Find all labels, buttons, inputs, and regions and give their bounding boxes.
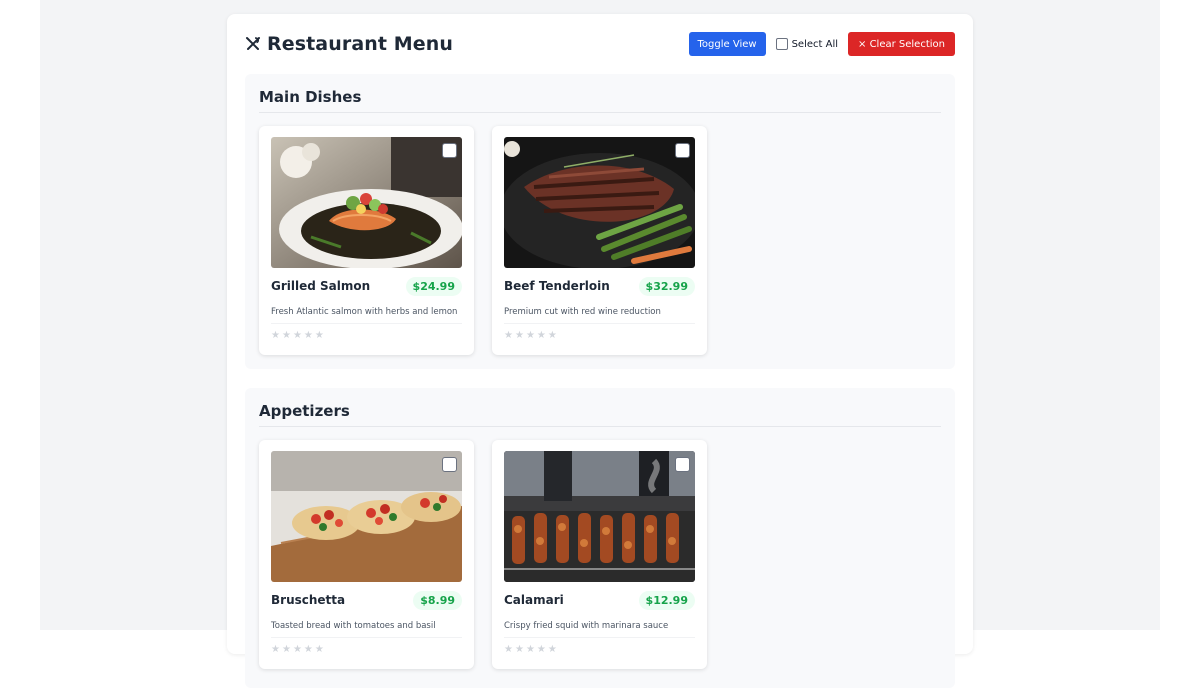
menu-card[interactable]: Beef Tenderloin $32.99 Premium cut with … <box>492 126 707 355</box>
rating-stars[interactable]: ★ ★ ★ ★ ★ <box>504 645 557 655</box>
star-icon[interactable]: ★ <box>515 645 524 655</box>
star-icon[interactable]: ★ <box>304 331 313 341</box>
item-description: Fresh Atlantic salmon with herbs and lem… <box>271 307 462 324</box>
salmon-photo <box>271 137 462 268</box>
clear-selection-button[interactable]: × Clear Selection <box>848 32 955 56</box>
item-select-checkbox[interactable] <box>442 457 457 472</box>
item-select-checkbox[interactable] <box>442 143 457 158</box>
rating-stars[interactable]: ★ ★ ★ ★ ★ <box>504 331 557 341</box>
page-background: Restaurant Menu Toggle View Select All ×… <box>40 0 1160 688</box>
item-description: Premium cut with red wine reduction <box>504 307 695 324</box>
toggle-view-button[interactable]: Toggle View <box>688 32 766 56</box>
star-icon[interactable]: ★ <box>526 645 535 655</box>
section-title: Main Dishes <box>259 88 941 113</box>
star-icon[interactable]: ★ <box>315 331 324 341</box>
menu-header: Restaurant Menu Toggle View Select All ×… <box>245 30 955 58</box>
skewers-photo <box>504 451 695 582</box>
item-select-checkbox[interactable] <box>675 143 690 158</box>
header-controls: Toggle View Select All × Clear Selection <box>688 32 955 56</box>
rating-stars[interactable]: ★ ★ ★ ★ ★ <box>271 645 324 655</box>
item-price: $8.99 <box>413 591 462 610</box>
bruschetta-photo <box>271 451 462 582</box>
menu-panel: Restaurant Menu Toggle View Select All ×… <box>227 14 973 688</box>
item-price: $32.99 <box>638 277 695 296</box>
star-icon[interactable]: ★ <box>537 645 546 655</box>
star-icon[interactable]: ★ <box>537 331 546 341</box>
item-name: Calamari <box>504 593 564 607</box>
star-icon[interactable]: ★ <box>271 645 280 655</box>
star-icon[interactable]: ★ <box>282 645 291 655</box>
star-icon[interactable]: ★ <box>293 645 302 655</box>
star-icon[interactable]: ★ <box>526 331 535 341</box>
star-icon[interactable]: ★ <box>315 645 324 655</box>
item-price: $24.99 <box>405 277 462 296</box>
rating-stars[interactable]: ★ ★ ★ ★ ★ <box>271 331 324 341</box>
menu-card[interactable]: Bruschetta $8.99 Toasted bread with toma… <box>259 440 474 669</box>
section-appetizers: Appetizers Bruschetta $8.99 Toasted brea… <box>245 388 955 688</box>
fork-knife-icon <box>245 36 261 52</box>
star-icon[interactable]: ★ <box>548 645 557 655</box>
menu-card[interactable]: Calamari $12.99 Crispy fried squid with … <box>492 440 707 669</box>
select-all-label: Select All <box>791 38 839 50</box>
select-all-checkbox[interactable] <box>775 38 788 50</box>
star-icon[interactable]: ★ <box>304 645 313 655</box>
title-wrap: Restaurant Menu <box>245 33 453 55</box>
item-price: $12.99 <box>638 591 695 610</box>
item-name: Beef Tenderloin <box>504 279 610 293</box>
star-icon[interactable]: ★ <box>548 331 557 341</box>
section-title: Appetizers <box>259 402 941 427</box>
steak-photo <box>504 137 695 268</box>
menu-card[interactable]: Grilled Salmon $24.99 Fresh Atlantic sal… <box>259 126 474 355</box>
section-main-dishes: Main Dishes Grilled Salmon $24.99 Fresh … <box>245 74 955 369</box>
star-icon[interactable]: ★ <box>293 331 302 341</box>
select-all-control[interactable]: Select All <box>775 38 839 50</box>
item-select-checkbox[interactable] <box>675 457 690 472</box>
item-name: Bruschetta <box>271 593 346 607</box>
star-icon[interactable]: ★ <box>515 331 524 341</box>
page-title: Restaurant Menu <box>267 33 454 55</box>
item-name: Grilled Salmon <box>271 279 371 293</box>
star-icon[interactable]: ★ <box>504 645 513 655</box>
star-icon[interactable]: ★ <box>282 331 291 341</box>
star-icon[interactable]: ★ <box>504 331 513 341</box>
star-icon[interactable]: ★ <box>271 331 280 341</box>
